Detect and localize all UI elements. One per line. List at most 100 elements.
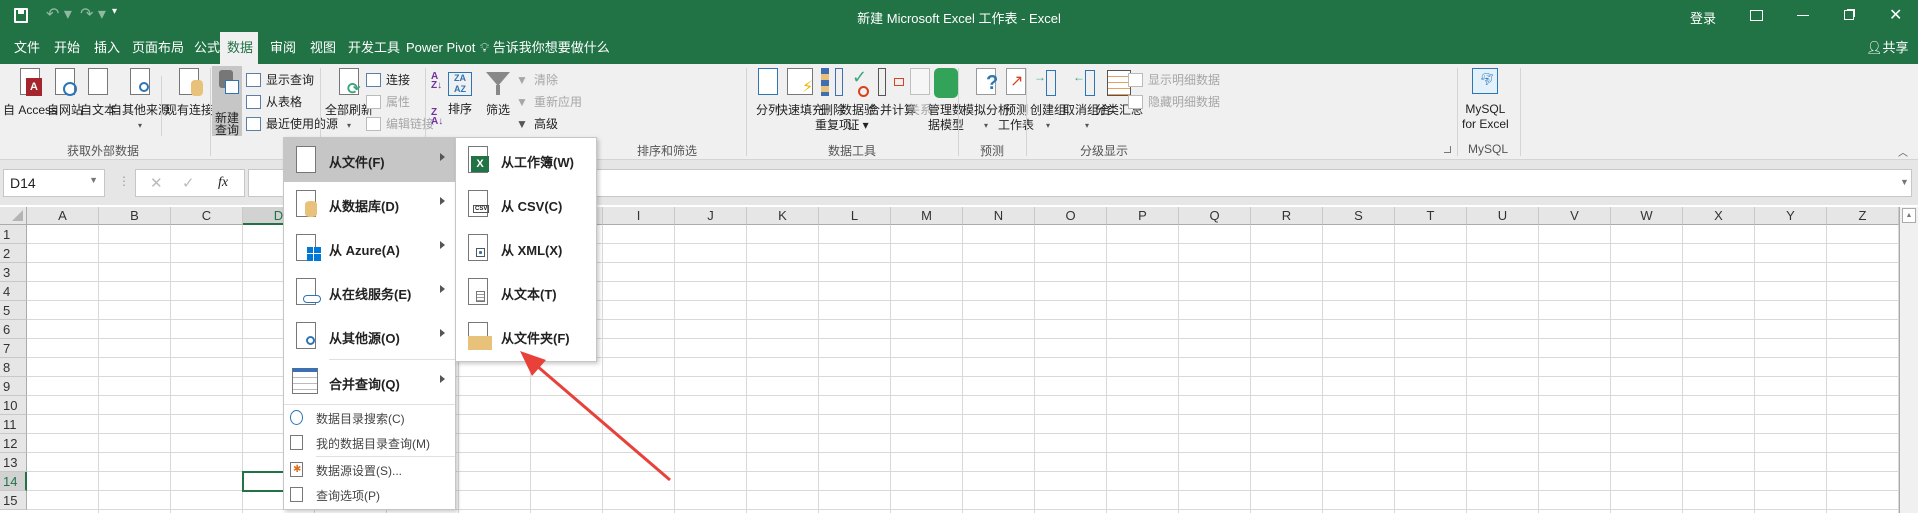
column-header-i[interactable]: I (603, 207, 675, 225)
dialog-launcher-icon[interactable] (1444, 146, 1451, 153)
menu-item-from-online-services[interactable]: 从在线服务(E) (284, 270, 455, 314)
edit-links-button[interactable]: 编辑链接 (366, 114, 434, 134)
filter-button[interactable]: 筛选 (482, 68, 514, 118)
properties-button[interactable]: 属性 (366, 92, 410, 112)
menu-item-from-azure[interactable]: 从 Azure(A) (284, 226, 455, 270)
chevron-down-icon[interactable]: ▼ (89, 175, 98, 185)
menu-item-query-options[interactable]: 查询选项(P) (284, 482, 455, 507)
menu-item-catalog-search[interactable]: 数据目录搜索(C) (284, 405, 455, 430)
column-header-b[interactable]: B (99, 207, 171, 225)
menu-item-data-source-settings[interactable]: ✱ 数据源设置(S)... (284, 457, 455, 482)
from-file-submenu: X 从工作簿(W) CSV 从 CSV(C) 从 XML(X) 从文本(T) 从文件… (455, 137, 597, 362)
submenu-item-from-workbook[interactable]: X 从工作簿(W) (456, 138, 596, 182)
tab-data[interactable]: 数据 (220, 32, 258, 64)
submenu-item-from-xml[interactable]: 从 XML(X) (456, 226, 596, 270)
column-header-l[interactable]: L (819, 207, 891, 225)
row-header-4[interactable]: 4 (0, 282, 27, 301)
column-header-v[interactable]: V (1539, 207, 1611, 225)
column-header-m[interactable]: M (891, 207, 963, 225)
existing-connections-button[interactable]: 现有连接 (165, 68, 213, 118)
column-header-r[interactable]: R (1251, 207, 1323, 225)
from-table-button[interactable]: 从表格 (246, 92, 302, 112)
from-web-button[interactable]: 自网站 (47, 68, 83, 118)
properties-label: 属性 (386, 95, 411, 109)
menu-item-my-catalog-queries[interactable]: 我的数据目录查询(M) (284, 430, 455, 455)
column-header-p[interactable]: P (1107, 207, 1179, 225)
vertical-scrollbar[interactable]: ▲ (1899, 207, 1918, 513)
sort-za-icon[interactable]: Z A↓ (431, 108, 443, 127)
row-header-13[interactable]: 13 (0, 453, 27, 472)
splitter-handle[interactable]: ⋮ (118, 174, 130, 188)
row-header-15[interactable]: 15 (0, 491, 27, 510)
cancel-icon[interactable]: ✕ (150, 174, 163, 192)
submenu-item-from-text[interactable]: 从文本(T) (456, 270, 596, 314)
row-header-9[interactable]: 9 (0, 377, 27, 396)
collapse-ribbon-icon[interactable]: ︿ (1898, 144, 1908, 159)
submenu-item-from-csv[interactable]: CSV 从 CSV(C) (456, 182, 596, 226)
column-header-q[interactable]: Q (1179, 207, 1251, 225)
sort-button[interactable]: ZA AZ 排序 (448, 68, 472, 117)
scroll-up-icon[interactable]: ▲ (1902, 208, 1916, 223)
minimize-icon[interactable] (1797, 15, 1809, 16)
column-header-c[interactable]: C (171, 207, 243, 225)
column-header-y[interactable]: Y (1755, 207, 1827, 225)
forecast-sheet-button[interactable]: ↗ 预测 工作表 (998, 68, 1034, 133)
tab-insert[interactable]: 插入 (86, 32, 128, 64)
row-header-11[interactable]: 11 (0, 415, 27, 434)
tab-review[interactable]: 审阅 (262, 32, 304, 64)
name-box[interactable]: D14 ▼ (3, 169, 105, 197)
column-header-n[interactable]: N (963, 207, 1035, 225)
column-header-k[interactable]: K (747, 207, 819, 225)
column-header-w[interactable]: W (1611, 207, 1683, 225)
row-header-7[interactable]: 7 (0, 339, 27, 358)
row-header-5[interactable]: 5 (0, 301, 27, 320)
tab-file[interactable]: 文件 (6, 32, 48, 64)
row-header-1[interactable]: 1 (0, 225, 27, 244)
column-header-x[interactable]: X (1683, 207, 1755, 225)
row-header-6[interactable]: 6 (0, 320, 27, 339)
insert-function-button[interactable]: fx (218, 175, 228, 191)
menu-item-from-other-sources[interactable]: 从其他源(O) (284, 314, 455, 358)
advanced-filter-button[interactable]: ▼ 高级 (514, 114, 558, 134)
clear-button[interactable]: ▼ 清除 (514, 70, 558, 90)
connections-button[interactable]: 连接 (366, 70, 410, 90)
column-header-t[interactable]: T (1395, 207, 1467, 225)
column-header-s[interactable]: S (1323, 207, 1395, 225)
mysql-for-excel-button[interactable]: 🐬︎ MySQL for Excel (1462, 68, 1509, 132)
column-header-a[interactable]: A (27, 207, 99, 225)
row-header-12[interactable]: 12 (0, 434, 27, 453)
menu-item-combine-queries[interactable]: 合并查询(Q) (284, 360, 455, 404)
tell-me-box[interactable]: 💡︎ 告诉我你想要做什么 (472, 32, 618, 64)
share-button[interactable]: 👤︎共享 (1858, 32, 1917, 64)
row-header-8[interactable]: 8 (0, 358, 27, 377)
enter-icon[interactable]: ✓ (182, 174, 195, 192)
show-queries-button[interactable]: 显示查询 (246, 70, 314, 90)
row-header-2[interactable]: 2 (0, 244, 27, 263)
ribbon-display-icon[interactable] (1750, 10, 1763, 21)
column-header-o[interactable]: O (1035, 207, 1107, 225)
menu-item-from-database[interactable]: 从数据库(D) (284, 182, 455, 226)
select-all-corner[interactable] (0, 207, 27, 225)
sort-az-icon[interactable]: A Z↓ (431, 72, 442, 91)
column-header-u[interactable]: U (1467, 207, 1539, 225)
new-query-button[interactable] (212, 66, 242, 112)
new-query-label[interactable]: 新建 查询 (212, 112, 242, 136)
tab-power-pivot[interactable]: Power Pivot (398, 32, 483, 64)
tab-page-layout[interactable]: 页面布局 (124, 32, 192, 64)
show-detail-button[interactable]: 显示明细数据 (1128, 70, 1220, 90)
tab-view[interactable]: 视图 (302, 32, 344, 64)
restore-icon[interactable] (1844, 10, 1854, 20)
row-header-14[interactable]: 14 (0, 472, 27, 491)
hide-detail-button[interactable]: 隐藏明细数据 (1128, 92, 1220, 112)
expand-formula-icon[interactable]: ▼ (1900, 177, 1909, 187)
row-header-3[interactable]: 3 (0, 263, 27, 282)
row-header-10[interactable]: 10 (0, 396, 27, 415)
tab-home[interactable]: 开始 (46, 32, 88, 64)
column-header-z[interactable]: Z (1827, 207, 1899, 225)
menu-item-from-file[interactable]: 从文件(F) (284, 138, 455, 182)
reapply-button[interactable]: ▼ 重新应用 (514, 92, 582, 112)
column-header-j[interactable]: J (675, 207, 747, 225)
close-icon[interactable]: ✕ (1889, 5, 1902, 25)
signin-link[interactable]: 登录 (1690, 8, 1716, 27)
group-button[interactable]: → 创建组 ▾ (1030, 68, 1066, 133)
